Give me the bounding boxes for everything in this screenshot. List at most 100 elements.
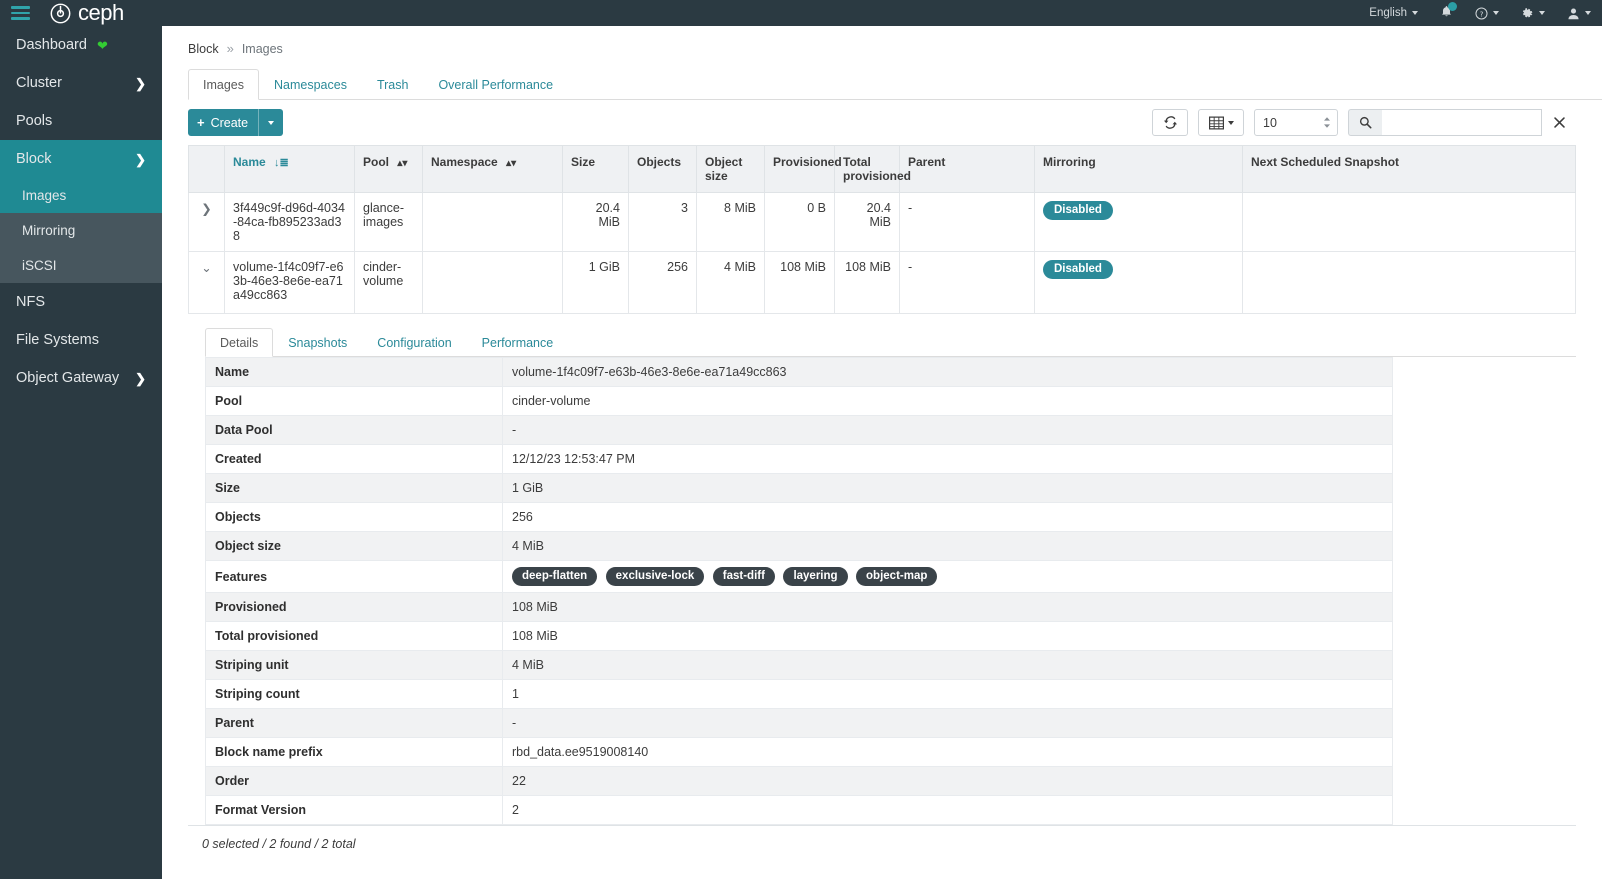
breadcrumb-current: Images [242, 42, 283, 56]
column-header-provisioned[interactable]: Provisioned [765, 146, 835, 193]
column-header-size[interactable]: Size [563, 146, 629, 193]
stepper-arrows-icon[interactable] [1322, 116, 1332, 129]
cell-name: 3f449c9f-d96d-4034-84ca-fb895233ad38 [225, 193, 355, 252]
detail-value: - [503, 709, 1393, 738]
search-icon[interactable] [1348, 109, 1382, 136]
detail-value: 108 MiB [503, 622, 1393, 651]
top-navbar: ceph English ? [0, 0, 1602, 26]
detail-row: Striping count 1 [206, 680, 1393, 709]
notifications-button[interactable] [1429, 0, 1464, 26]
detail-value: - [503, 416, 1393, 445]
tab-namespaces[interactable]: Namespaces [259, 69, 362, 100]
status-badge: Disabled [1043, 201, 1113, 220]
help-menu[interactable]: ? [1464, 0, 1510, 26]
column-header-parent[interactable]: Parent [900, 146, 1035, 193]
page-limit-stepper[interactable] [1254, 109, 1338, 136]
brand-logo-link[interactable]: ceph [50, 0, 124, 26]
detail-value: 1 [503, 680, 1393, 709]
table-status-footer: 0 selected / 2 found / 2 total [188, 825, 1576, 862]
sidebar-item-images[interactable]: Images [0, 178, 162, 213]
svg-text:?: ? [1480, 9, 1484, 18]
column-header-mirroring[interactable]: Mirroring [1035, 146, 1243, 193]
table-row[interactable]: ❯ 3f449c9f-d96d-4034-84ca-fb895233ad38 g… [189, 193, 1576, 252]
column-header-objects[interactable]: Objects [629, 146, 697, 193]
refresh-button[interactable] [1152, 109, 1188, 136]
sidebar-item-mirroring[interactable]: Mirroring [0, 213, 162, 248]
sidebar-item-dashboard[interactable]: Dashboard ❤ [0, 26, 162, 64]
feature-badge: layering [783, 567, 847, 586]
language-selector[interactable]: English [1358, 0, 1429, 26]
user-menu[interactable] [1556, 0, 1602, 26]
column-header-next-scheduled-snapshot[interactable]: Next Scheduled Snapshot [1243, 146, 1576, 193]
tab-performance[interactable]: Performance [467, 328, 569, 357]
tab-overall-performance[interactable]: Overall Performance [423, 69, 568, 100]
detail-key: Created [206, 445, 503, 474]
heartbeat-icon: ❤ [97, 39, 108, 52]
tab-trash[interactable]: Trash [362, 69, 424, 100]
tab-snapshots[interactable]: Snapshots [273, 328, 362, 357]
column-header-total-provisioned[interactable]: Total provisioned [835, 146, 900, 193]
status-badge: Disabled [1043, 260, 1113, 279]
magnifier-glyph [1359, 116, 1372, 129]
cell-object-size: 8 MiB [697, 193, 765, 252]
clear-search-button[interactable] [1542, 109, 1576, 136]
sidebar-item-object-gateway[interactable]: Object Gateway ❯ [0, 359, 162, 397]
create-dropdown-toggle[interactable] [258, 109, 283, 136]
table-row[interactable]: ⌄ volume-1f4c09f7-e63b-46e3-8e6e-ea71a49… [189, 252, 1576, 314]
detail-row-features: Features deep-flatten exclusive-lock fas… [206, 561, 1393, 593]
sort-amount-icon: ↓≣ [274, 157, 289, 169]
sidebar-item-file-systems[interactable]: File Systems [0, 321, 162, 359]
breadcrumb-root[interactable]: Block [188, 42, 219, 56]
sidebar-subitem-label: Mirroring [22, 223, 75, 238]
search-group [1348, 109, 1576, 136]
expand-column-header [189, 146, 225, 193]
hamburger-icon[interactable] [0, 0, 40, 26]
detail-value: 4 MiB [503, 532, 1393, 561]
detail-value: 12/12/23 12:53:47 PM [503, 445, 1393, 474]
sidebar-block-submenu: Mirroring iSCSI [0, 213, 162, 283]
detail-key: Format Version [206, 796, 503, 825]
detail-value: 1 GiB [503, 474, 1393, 503]
detail-key: Block name prefix [206, 738, 503, 767]
table-columns-icon [1209, 116, 1224, 130]
sidebar-item-label: NFS [16, 294, 45, 310]
sidebar-item-pools[interactable]: Pools [0, 102, 162, 140]
details-panel: Details Snapshots Configuration Performa… [188, 328, 1576, 825]
detail-key: Size [206, 474, 503, 503]
detail-row: Pool cinder-volume [206, 387, 1393, 416]
column-selector-button[interactable] [1198, 109, 1244, 136]
detail-row: Order 22 [206, 767, 1393, 796]
column-header-name[interactable]: Name ↓≣ [225, 146, 355, 193]
sidebar-item-cluster[interactable]: Cluster ❯ [0, 64, 162, 102]
cell-mirroring: Disabled [1035, 193, 1243, 252]
detail-key: Order [206, 767, 503, 796]
detail-value: 22 [503, 767, 1393, 796]
feature-badge: deep-flatten [512, 567, 597, 586]
tab-configuration[interactable]: Configuration [362, 328, 466, 357]
row-expand-toggle[interactable]: ❯ [189, 193, 225, 252]
settings-menu[interactable] [1510, 0, 1556, 26]
sidebar-item-nfs[interactable]: NFS [0, 283, 162, 321]
user-icon [1567, 7, 1580, 20]
sidebar-item-iscsi[interactable]: iSCSI [0, 248, 162, 283]
tab-details[interactable]: Details [205, 328, 273, 357]
cell-size: 20.4 MiB [563, 193, 629, 252]
detail-key: Objects [206, 503, 503, 532]
cell-parent: - [900, 193, 1035, 252]
gear-icon [1521, 7, 1534, 20]
create-button[interactable]: + Create [188, 109, 283, 136]
column-header-object-size[interactable]: Object size [697, 146, 765, 193]
detail-row: Size 1 GiB [206, 474, 1393, 503]
column-header-namespace[interactable]: Namespace ▴▾ [423, 146, 563, 193]
chevron-down-icon [1539, 11, 1545, 15]
detail-row: Data Pool - [206, 416, 1393, 445]
page-limit-input[interactable] [1255, 115, 1307, 131]
row-expand-toggle[interactable]: ⌄ [189, 252, 225, 314]
sidebar-item-block[interactable]: Block ❯ [0, 140, 162, 178]
tab-images[interactable]: Images [188, 69, 259, 100]
cell-objects: 3 [629, 193, 697, 252]
hamburger-bar [11, 17, 30, 20]
cell-name: volume-1f4c09f7-e63b-46e3-8e6e-ea71a49cc… [225, 252, 355, 314]
column-header-pool[interactable]: Pool ▴▾ [355, 146, 423, 193]
search-input[interactable] [1382, 109, 1542, 136]
